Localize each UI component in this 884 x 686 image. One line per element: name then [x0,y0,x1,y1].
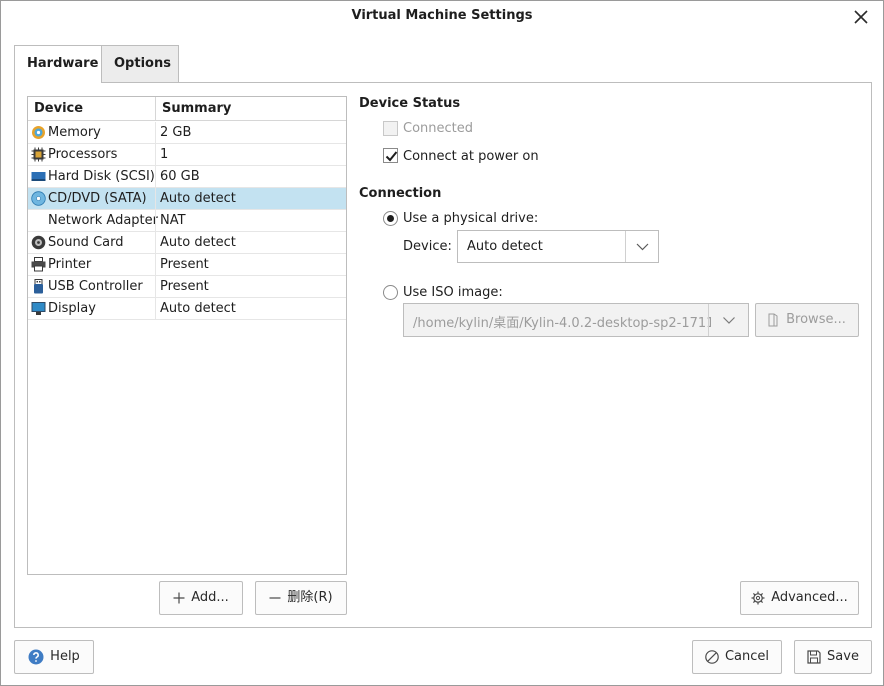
physical-drive-radio[interactable] [383,211,398,226]
settings-window: Virtual Machine Settings Hardware Option… [0,0,884,686]
browse-button[interactable]: Browse... [755,303,859,337]
connect-at-power-on-label: Connect at power on [403,149,539,164]
save-button-label: Save [827,649,859,664]
tab-hardware[interactable]: Hardware [14,45,102,83]
cancel-icon [705,649,719,664]
device-select-label: Device: [403,239,452,254]
physical-drive-label: Use a physical drive: [403,211,539,226]
device-row-printer[interactable]: Printer Present [28,254,346,276]
device-summary: 2 GB [160,125,192,140]
connect-at-power-on-checkbox[interactable] [383,148,398,163]
device-summary: Present [160,257,209,272]
device-row-usb-controller[interactable]: USB Controller Present [28,276,346,298]
remove-button-label: 删除(R) [287,590,333,605]
device-row-processors[interactable]: Processors 1 [28,144,346,166]
iso-path-value: /home/kylin/桌面/Kylin-4.0.2-desktop-sp2-1… [413,316,711,331]
usb-icon [34,279,43,294]
device-name: Network Adapter [48,213,158,228]
processor-icon [31,147,46,162]
device-column-header[interactable]: Device [34,101,83,116]
checkmark-icon [385,151,398,162]
device-row-network-adapter[interactable]: Network Adapter NAT [28,210,346,232]
device-row-display[interactable]: Display Auto detect [28,298,346,320]
device-summary: 1 [160,147,169,162]
help-button-label: Help [50,649,80,664]
help-icon [28,649,44,664]
save-button[interactable]: Save [794,640,872,674]
help-button[interactable]: Help [14,640,94,674]
plus-icon [173,592,185,603]
device-name: Printer [48,257,92,272]
sound-card-icon [31,235,46,250]
folder-open-icon [768,313,778,326]
cancel-button[interactable]: Cancel [692,640,782,674]
device-table: Device Summary Memory 2 GB Processors 1 [27,96,347,575]
summary-column-header[interactable]: Summary [162,101,231,116]
device-summary: Present [160,279,209,294]
device-summary: NAT [160,213,186,228]
iso-image-radio[interactable] [383,285,398,300]
connected-checkbox[interactable] [383,121,398,136]
device-row-cd-dvd[interactable]: CD/DVD (SATA) Auto detect [28,188,346,210]
display-icon [31,302,46,315]
memory-icon [32,126,45,139]
device-name: Memory [48,125,101,140]
device-row-sound-card[interactable]: Sound Card Auto detect [28,232,346,254]
device-row-memory[interactable]: Memory 2 GB [28,122,346,144]
hard-disk-icon [31,172,46,181]
add-device-button[interactable]: Add... [159,581,243,615]
advanced-button-label: Advanced... [771,590,848,605]
window-title: Virtual Machine Settings [351,8,533,23]
device-status-title: Device Status [359,96,461,111]
device-name: Processors [48,147,118,162]
close-icon [854,10,868,24]
title-bar: Virtual Machine Settings [1,1,883,33]
device-name: Hard Disk (SCSI) [48,169,155,184]
tab-options[interactable]: Options [101,45,179,83]
device-summary: 60 GB [160,169,200,184]
device-row-hard-disk[interactable]: Hard Disk (SCSI) 60 GB [28,166,346,188]
advanced-button[interactable]: Advanced... [740,581,859,615]
cancel-button-label: Cancel [724,649,770,664]
device-summary: Auto detect [160,191,236,206]
device-summary: Auto detect [160,235,236,250]
device-name: Sound Card [48,235,124,250]
device-name: CD/DVD (SATA) [48,191,147,206]
minus-icon [269,596,281,599]
cd-dvd-icon [31,191,46,206]
browse-button-label: Browse... [786,312,846,327]
iso-image-label: Use ISO image: [403,285,503,300]
device-summary: Auto detect [160,301,236,316]
device-select[interactable]: Auto detect [457,230,659,263]
device-select-value: Auto detect [467,239,543,254]
add-button-label: Add... [191,590,229,605]
printer-icon [31,257,46,272]
gear-icon [751,591,765,604]
iso-path-select[interactable]: /home/kylin/桌面/Kylin-4.0.2-desktop-sp2-1… [403,303,749,337]
device-name: USB Controller [48,279,143,294]
remove-device-button[interactable]: 删除(R) [255,581,347,615]
close-button[interactable] [851,7,871,27]
device-table-header: Device Summary [28,97,346,121]
connected-label: Connected [403,121,474,136]
connection-title: Connection [359,186,442,201]
save-icon [807,649,821,664]
device-name: Display [48,301,96,316]
chevron-down-icon [636,243,649,251]
chevron-down-icon [723,317,735,324]
